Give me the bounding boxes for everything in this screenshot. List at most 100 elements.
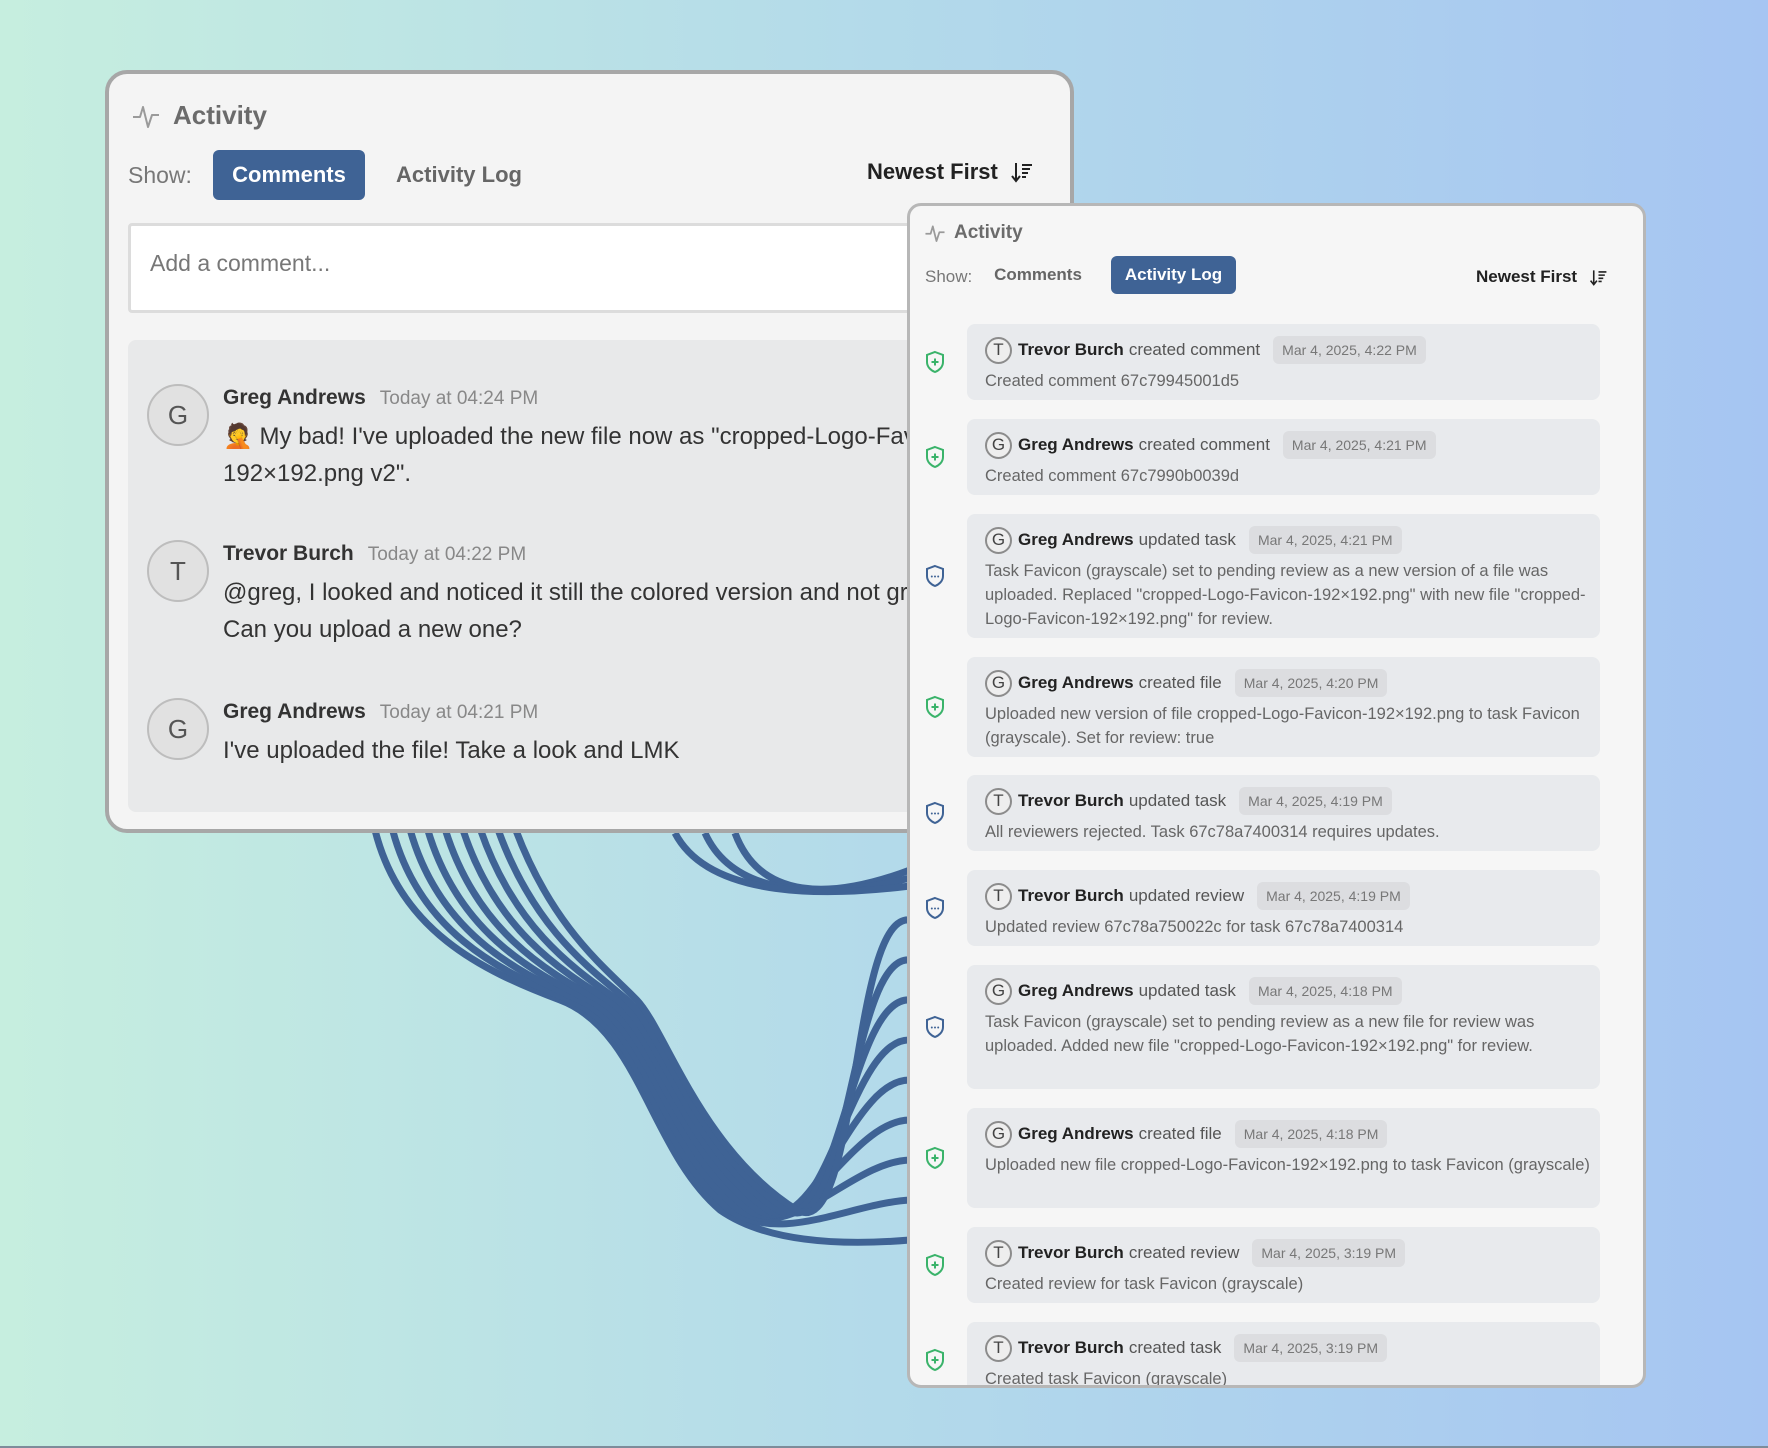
entry-description: Task Favicon (grayscale) set to pending … (985, 562, 1586, 628)
entry-action: created review (1128, 1243, 1240, 1262)
entry-date-badge: Mar 4, 2025, 4:22 PM (1273, 336, 1426, 364)
entry-date-badge: Mar 4, 2025, 4:19 PM (1257, 882, 1410, 910)
activity-log-entry: G Greg Andrews created file Mar 4, 2025,… (910, 1108, 1643, 1208)
entry-date-badge: Mar 4, 2025, 3:19 PM (1252, 1239, 1406, 1267)
activity-log-entry: T Trevor Burch created comment Mar 4, 20… (910, 324, 1643, 400)
activity-card: T Trevor Burch updated task Mar 4, 2025,… (967, 775, 1600, 851)
avatar: T (985, 1334, 1012, 1362)
entry-author: Greg Andrews (1018, 673, 1134, 692)
activity-card: G Greg Andrews updated task Mar 4, 2025,… (967, 514, 1600, 638)
activity-card: G Greg Andrews updated task Mar 4, 2025,… (967, 965, 1600, 1089)
entry-author: Greg Andrews (1018, 435, 1134, 454)
entry-action: updated task (1138, 981, 1236, 1000)
comment-time: Today at 04:21 PM (379, 702, 539, 723)
entry-description: Created review for task Favicon (graysca… (985, 1275, 1304, 1293)
entry-date-badge: Mar 4, 2025, 4:21 PM (1248, 526, 1402, 554)
avatar: G (985, 431, 1012, 459)
activity-card: T Trevor Burch created review Mar 4, 202… (967, 1227, 1600, 1303)
avatar: G (985, 526, 1012, 554)
sort-label: Newest First (1476, 267, 1578, 286)
entry-action: updated review (1128, 886, 1245, 905)
shield-plus-icon (924, 1253, 946, 1282)
entry-author: Greg Andrews (1018, 530, 1134, 549)
activity-log-entry: T Trevor Burch created review Mar 4, 202… (910, 1227, 1643, 1303)
entry-description: Created comment 67c7990b0039d (985, 467, 1240, 485)
entry-description: Task Favicon (grayscale) set to pending … (985, 1013, 1535, 1055)
activity-log-entry: T Trevor Burch updated task Mar 4, 2025,… (910, 775, 1643, 851)
avatar: G (147, 384, 209, 446)
shield-plus-icon (924, 445, 946, 474)
entry-description: Uploaded new file cropped-Logo-Favicon-1… (985, 1156, 1590, 1174)
avatar: T (985, 336, 1012, 364)
entry-date-badge: Mar 4, 2025, 4:20 PM (1234, 669, 1388, 697)
tab-activity-log[interactable]: Activity Log (371, 150, 547, 200)
entry-author: Trevor Burch (1018, 791, 1124, 810)
activity-log-entry: G Greg Andrews created comment Mar 4, 20… (910, 419, 1643, 495)
shield-plus-icon (924, 1146, 946, 1175)
avatar: G (985, 669, 1012, 697)
entry-action: created file (1138, 1124, 1222, 1143)
activity-pulse-icon (925, 225, 945, 242)
entry-author: Greg Andrews (1018, 1124, 1134, 1143)
comment-time: Today at 04:24 PM (379, 388, 539, 409)
activity-card: T Trevor Burch updated review Mar 4, 202… (967, 870, 1600, 946)
sort-descending-icon (1011, 163, 1032, 183)
comment-text: I've uploaded the file! Take a look and … (223, 737, 680, 764)
activity-card: G Greg Andrews created file Mar 4, 2025,… (967, 657, 1600, 757)
sort-label: Newest First (867, 159, 998, 184)
shield-plus-icon (924, 1348, 946, 1377)
comment-author: Trevor Burch (223, 542, 354, 565)
entry-action: created comment (1128, 340, 1261, 359)
activity-pulse-icon (133, 105, 159, 128)
entry-author: Greg Andrews (1018, 981, 1134, 1000)
activity-title: Activity (954, 222, 1023, 243)
activity-card: G Greg Andrews created comment Mar 4, 20… (967, 419, 1600, 495)
entry-description: All reviewers rejected. Task 67c78a74003… (985, 823, 1440, 841)
entry-author: Trevor Burch (1018, 340, 1124, 359)
entry-date-badge: Mar 4, 2025, 4:19 PM (1239, 787, 1392, 815)
activity-header: Activity (924, 222, 1023, 244)
activity-header: Activity (131, 100, 267, 131)
entry-date-badge: Mar 4, 2025, 3:19 PM (1234, 1334, 1388, 1362)
shield-plus-icon (924, 695, 946, 724)
comment-text: 🤦 My bad! I've uploaded the new file now… (223, 423, 968, 487)
entry-action: created comment (1138, 435, 1270, 454)
activity-card: T Trevor Burch created task Mar 4, 2025,… (967, 1322, 1600, 1388)
activity-log-entry: G Greg Andrews updated task Mar 4, 2025,… (910, 514, 1643, 638)
shield-plus-icon (924, 350, 946, 379)
avatar: T (147, 540, 209, 602)
activity-log-entry: G Greg Andrews created file Mar 4, 2025,… (910, 657, 1643, 757)
sort-descending-icon (1590, 269, 1607, 286)
entry-author: Trevor Burch (1018, 1243, 1124, 1262)
tab-comments[interactable]: Comments (990, 256, 1086, 294)
avatar: G (985, 977, 1012, 1005)
sort-toggle[interactable]: Newest First (867, 159, 1034, 185)
activity-card: G Greg Andrews created file Mar 4, 2025,… (967, 1108, 1600, 1208)
shield-dots-icon (924, 564, 946, 593)
entry-description: Uploaded new version of file cropped-Log… (985, 705, 1580, 747)
entry-author: Trevor Burch (1018, 886, 1124, 905)
avatar: G (147, 698, 209, 760)
avatar: T (985, 882, 1012, 910)
sort-toggle[interactable]: Newest First (1476, 267, 1608, 287)
entry-action: updated task (1138, 530, 1236, 549)
comment-author: Greg Andrews (223, 700, 366, 723)
avatar: T (985, 1239, 1012, 1267)
activity-log-panel: Activity Show: Comments Activity Log New… (907, 203, 1646, 1388)
comment-text: @greg, I looked and noticed it still the… (223, 579, 996, 643)
avatar: G (985, 1120, 1012, 1148)
entry-description: Created comment 67c79945001d5 (985, 372, 1240, 390)
entry-action: created file (1138, 673, 1222, 692)
entry-description: Created task Favicon (grayscale) (985, 1370, 1228, 1388)
activity-title: Activity (173, 100, 267, 130)
entry-author: Trevor Burch (1018, 1338, 1124, 1357)
tab-activity-log[interactable]: Activity Log (1111, 256, 1236, 294)
entry-action: created task (1128, 1338, 1222, 1357)
shield-dots-icon (924, 1015, 946, 1044)
shield-dots-icon (924, 801, 946, 830)
activity-log-entry: T Trevor Burch created task Mar 4, 2025,… (910, 1322, 1643, 1388)
show-label: Show: (128, 162, 192, 188)
activity-log-entry: G Greg Andrews updated task Mar 4, 2025,… (910, 965, 1643, 1089)
tab-comments[interactable]: Comments (213, 150, 365, 200)
avatar: T (985, 787, 1012, 815)
